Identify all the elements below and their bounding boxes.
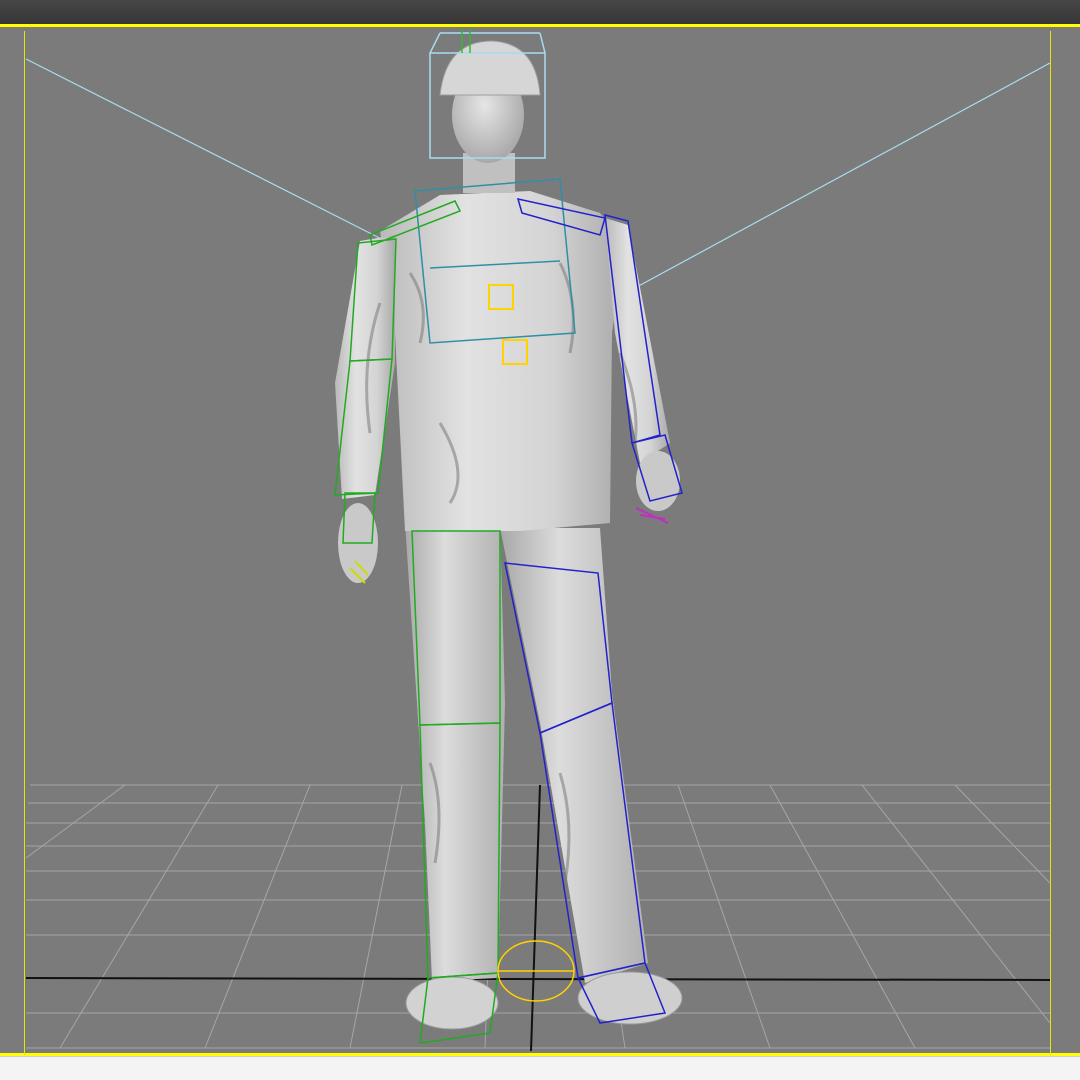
rig-right-hand-fingers [635, 507, 669, 524]
rig-root-gizmo [497, 940, 575, 1002]
viewport-toolbar [0, 0, 1080, 24]
world-x-axis [25, 977, 1051, 981]
world-y-axis [530, 784, 541, 1052]
viewport-scene[interactable] [0, 27, 1080, 1053]
status-bar [0, 1056, 1080, 1080]
3d-application-window [0, 0, 1080, 1080]
perspective-viewport[interactable] [0, 24, 1080, 1056]
character-mesh[interactable] [335, 40, 683, 1030]
